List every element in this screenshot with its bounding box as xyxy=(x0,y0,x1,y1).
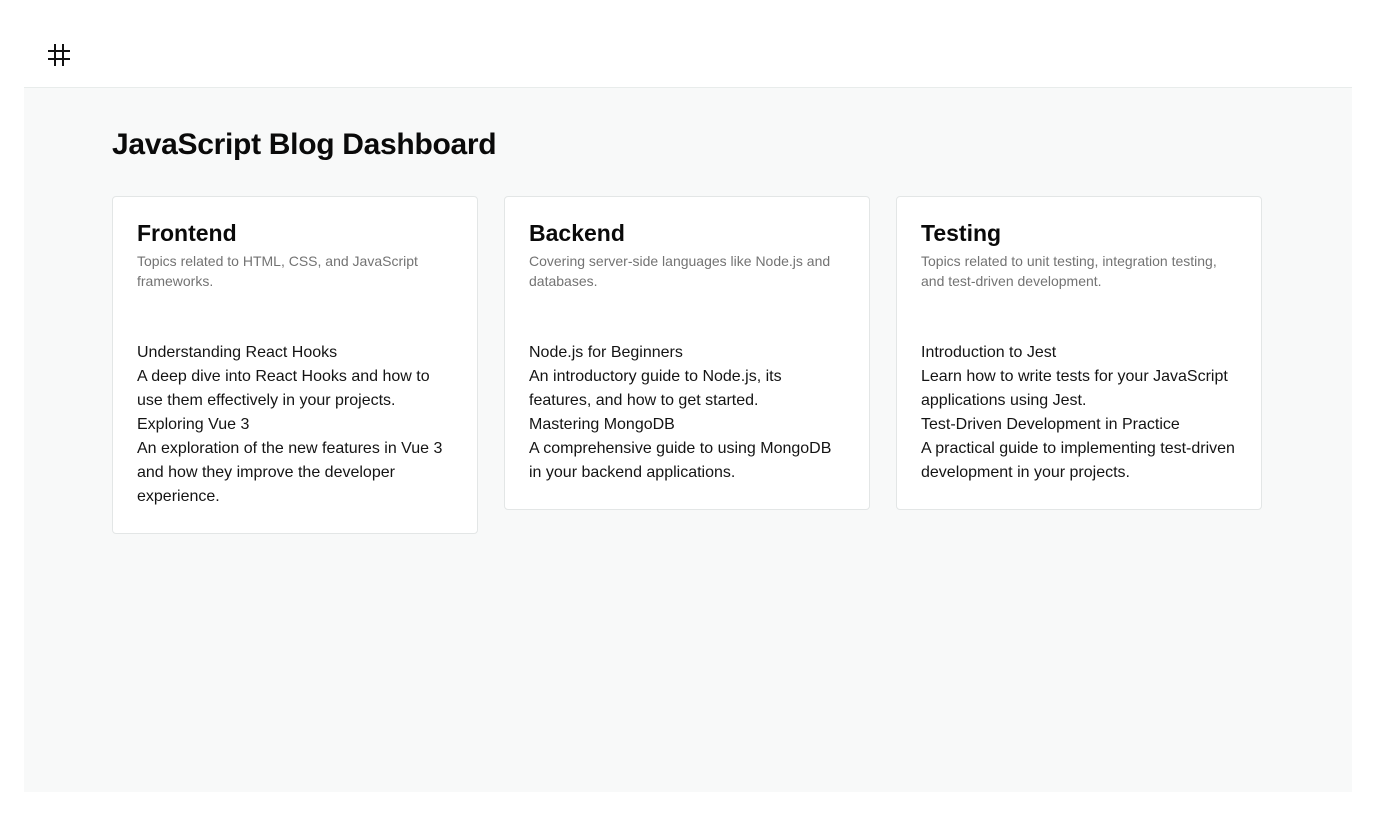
post-list: Introduction to Jest Learn how to write … xyxy=(921,341,1237,485)
post-title[interactable]: Test-Driven Development in Practice xyxy=(921,413,1237,437)
category-card-frontend: Frontend Topics related to HTML, CSS, an… xyxy=(112,196,478,534)
post-summary: A practical guide to implementing test-d… xyxy=(921,440,1235,481)
post-summary: A deep dive into React Hooks and how to … xyxy=(137,368,430,409)
post-title[interactable]: Mastering MongoDB xyxy=(529,413,845,437)
post-summary: An exploration of the new features in Vu… xyxy=(137,440,443,505)
post-title[interactable]: Exploring Vue 3 xyxy=(137,413,453,437)
post-summary: An introductory guide to Node.js, its fe… xyxy=(529,368,782,409)
top-bar xyxy=(24,0,1352,88)
post-title[interactable]: Understanding React Hooks xyxy=(137,341,453,365)
card-description: Covering server-side languages like Node… xyxy=(529,253,831,289)
post-title[interactable]: Node.js for Beginners xyxy=(529,341,845,365)
card-description: Topics related to HTML, CSS, and JavaScr… xyxy=(137,253,418,289)
post-list: Node.js for Beginners An introductory gu… xyxy=(529,341,845,485)
card-title: Testing xyxy=(921,220,1002,246)
app-frame: JavaScript Blog Dashboard Frontend Topic… xyxy=(24,0,1352,792)
category-card-backend: Backend Covering server-side languages l… xyxy=(504,196,870,510)
card-title: Backend xyxy=(529,220,625,246)
post-title[interactable]: Introduction to Jest xyxy=(921,341,1237,365)
card-description: Topics related to unit testing, integrat… xyxy=(921,253,1217,289)
category-card-testing: Testing Topics related to unit testing, … xyxy=(896,196,1262,510)
post-summary: Learn how to write tests for your JavaSc… xyxy=(921,368,1228,409)
page-title: JavaScript Blog Dashboard xyxy=(112,128,497,161)
hash-icon[interactable] xyxy=(48,44,70,66)
post-list: Understanding React Hooks A deep dive in… xyxy=(137,341,453,509)
post-summary: A comprehensive guide to using MongoDB i… xyxy=(529,440,832,481)
card-title: Frontend xyxy=(137,220,237,246)
dashboard-content: JavaScript Blog Dashboard Frontend Topic… xyxy=(24,88,1352,792)
